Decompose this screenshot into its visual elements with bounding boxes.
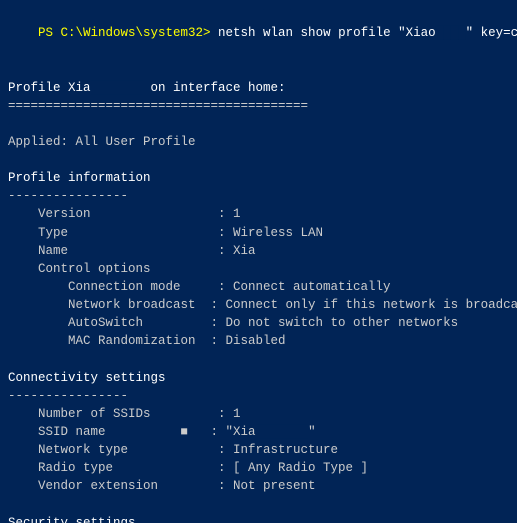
connection-mode-line: Connection mode : Connect automatically — [8, 278, 509, 296]
blank-line-1 — [8, 60, 509, 78]
autoswitch-line: AutoSwitch : Do not switch to other netw… — [8, 314, 509, 332]
profile-info-heading: Profile information — [8, 169, 509, 187]
network-type-line: Network type : Infrastructure — [8, 441, 509, 459]
version-line: Version : 1 — [8, 205, 509, 223]
name-line: Name : Xia — [8, 242, 509, 260]
ssid-name-line: SSID name ■ : "Xia███████" — [8, 423, 509, 441]
prompt-line: PS C:\Windows\system32> netsh wlan show … — [8, 6, 509, 60]
control-options-line: Control options — [8, 260, 509, 278]
blank-line-3 — [8, 151, 509, 169]
type-line: Type : Wireless LAN — [8, 224, 509, 242]
blank-line-5 — [8, 495, 509, 513]
blank-line-4 — [8, 350, 509, 368]
num-ssids-line: Number of SSIDs : 1 — [8, 405, 509, 423]
blank-line-2 — [8, 115, 509, 133]
dash-line-1: ---------------- — [8, 187, 509, 205]
security-heading: Security settings — [8, 514, 509, 523]
mac-randomization-line: MAC Randomization : Disabled — [8, 332, 509, 350]
dash-line-2: ---------------- — [8, 387, 509, 405]
separator-line: ======================================== — [8, 97, 509, 115]
vendor-extension-line: Vendor extension : Not present — [8, 477, 509, 495]
radio-type-line: Radio type : [ Any Radio Type ] — [8, 459, 509, 477]
terminal-window: PS C:\Windows\system32> netsh wlan show … — [0, 0, 517, 523]
profile-header-line: Profile Xia███████ on interface home: — [8, 79, 509, 97]
network-broadcast-line: Network broadcast : Connect only if this… — [8, 296, 509, 314]
connectivity-heading: Connectivity settings — [8, 369, 509, 387]
command-text: netsh wlan show profile "Xiao████" key=c… — [218, 26, 517, 40]
prompt-text: PS C:\Windows\system32> — [38, 26, 218, 40]
applied-line: Applied: All User Profile — [8, 133, 509, 151]
